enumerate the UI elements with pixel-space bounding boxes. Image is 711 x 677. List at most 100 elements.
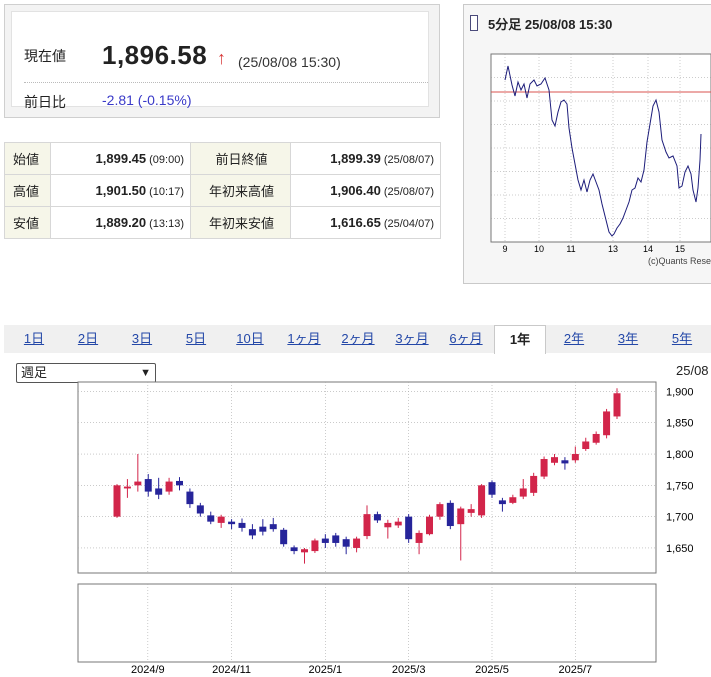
intraday-credit: (c)Quants Rese: [648, 256, 711, 266]
candle-body: [144, 479, 152, 492]
candle-body: [259, 526, 267, 532]
stat-value: 1,899.39 (25/08/07): [290, 142, 441, 175]
candle: [540, 456, 548, 480]
candle-body: [123, 486, 131, 489]
candle-body: [363, 514, 371, 537]
candle: [530, 472, 538, 496]
candle-body: [394, 521, 402, 526]
candle-body: [238, 522, 246, 528]
candle-body: [530, 475, 538, 493]
y-tick-label: 1,650: [666, 543, 694, 555]
x-tick-label: 2025/5: [475, 664, 509, 676]
candle-body: [405, 516, 413, 540]
tab-8[interactable]: 3ヶ月: [386, 325, 438, 353]
tab-3[interactable]: 3日: [116, 325, 168, 353]
intraday-x-tick: 9: [502, 244, 507, 254]
tab-4[interactable]: 5日: [170, 325, 222, 353]
tab-6[interactable]: 1ヶ月: [278, 325, 330, 353]
tab-11[interactable]: 2年: [548, 325, 600, 353]
y-tick-label: 1,900: [666, 386, 694, 398]
candle-body: [342, 539, 350, 547]
candle-body: [332, 535, 340, 543]
candle-body: [540, 459, 548, 477]
stat-time: (13:13): [149, 218, 184, 230]
stat-value: 1,906.40 (25/08/07): [290, 174, 441, 207]
stat-label: 高値: [4, 174, 51, 207]
x-tick-label: 2025/3: [392, 664, 426, 676]
candle: [280, 527, 288, 547]
stat-label: 年初来安値: [190, 206, 291, 239]
stat-number: 1,899.45: [95, 151, 147, 166]
stat-time: (25/08/07): [383, 186, 434, 198]
candle-body: [467, 509, 475, 513]
candle-body: [290, 547, 298, 552]
candle-body: [207, 515, 215, 522]
tab-7[interactable]: 2ヶ月: [332, 325, 384, 353]
intraday-x-tick: 11: [566, 244, 575, 254]
candle-body: [248, 529, 256, 536]
candle-body: [384, 522, 392, 528]
candle: [405, 514, 413, 543]
y-tick-label: 1,800: [666, 449, 694, 461]
candle-body: [176, 480, 183, 486]
tab-2[interactable]: 2日: [62, 325, 114, 353]
candle-body: [551, 457, 558, 463]
candle-body: [571, 454, 579, 461]
candle-body: [498, 500, 506, 505]
stat-number: 1,899.39: [330, 151, 381, 166]
volume-panel: [77, 583, 657, 663]
candlestick-chart: 1,900 1,850 1,800 1,750 1,700 1,650 2024/9 2024…: [77, 381, 694, 676]
stat-label: 安値: [4, 206, 51, 239]
y-tick-label: 1,700: [666, 512, 694, 524]
candle-body: [488, 482, 496, 495]
change-label: 前日比: [24, 94, 66, 110]
divider: [24, 82, 428, 83]
tab-10[interactable]: 1年: [494, 325, 546, 354]
candle: [426, 514, 433, 536]
stats-row: 高値 1,901.50 (10:17) 年初来高値 1,906.40 (25/08/07): [4, 174, 441, 207]
tab-5[interactable]: 10日: [224, 325, 276, 353]
candle-body: [228, 521, 236, 525]
tab-1[interactable]: 1日: [8, 325, 60, 353]
intraday-x-tick: 15: [675, 244, 685, 254]
candle-body: [582, 441, 590, 450]
candle-body: [311, 540, 319, 552]
intraday-marker-icon: [470, 15, 478, 31]
stat-value: 1,616.65 (25/04/07): [290, 206, 441, 239]
tab-13[interactable]: 5年: [656, 325, 708, 353]
candle-body: [155, 488, 163, 495]
candle-body: [165, 481, 173, 492]
candle: [478, 484, 486, 518]
candle-body: [280, 529, 288, 545]
candle-body: [509, 497, 517, 503]
candle-body: [134, 481, 142, 486]
tab-9[interactable]: 6ヶ月: [440, 325, 492, 353]
intraday-x-tick: 14: [643, 244, 653, 254]
candle-body: [321, 538, 329, 543]
stat-time: (25/08/07): [383, 154, 434, 166]
candle-body: [436, 504, 444, 517]
tab-12[interactable]: 3年: [602, 325, 654, 353]
candle-body: [217, 516, 225, 523]
candle: [311, 538, 319, 553]
stat-number: 1,889.20: [95, 215, 147, 230]
stat-number: 1,901.50: [95, 183, 147, 198]
stats-row: 始値 1,899.45 (09:00) 前日終値 1,899.39 (25/08/07): [4, 142, 441, 175]
x-tick-label: 2024/11: [212, 664, 251, 676]
candle-body: [478, 485, 486, 516]
candle-body: [446, 502, 454, 527]
y-tick-label: 1,750: [666, 480, 694, 492]
stats-row: 安値 1,889.20 (13:13) 年初来安値 1,616.65 (25/04/07): [4, 206, 441, 239]
x-tick-label: 2024/9: [131, 664, 165, 676]
candle-body: [301, 549, 308, 553]
candle-body: [186, 491, 194, 505]
x-tick-label: 2025/7: [559, 664, 593, 676]
candle: [603, 408, 611, 439]
intraday-chart-title: 5分足 25/08/08 15:30: [488, 17, 613, 32]
stat-value: 1,899.45 (09:00): [50, 142, 191, 175]
stat-number: 1,616.65: [330, 215, 381, 230]
intraday-chart: 9 10 11 13 14 15 (c)Quants Rese: [490, 53, 711, 266]
candle-body: [613, 393, 621, 417]
candle: [446, 500, 454, 530]
stat-value: 1,901.50 (10:17): [50, 174, 191, 207]
